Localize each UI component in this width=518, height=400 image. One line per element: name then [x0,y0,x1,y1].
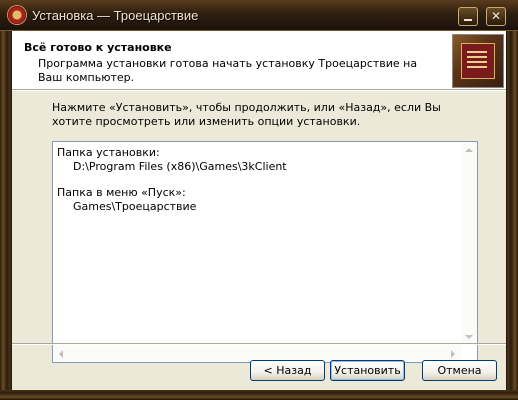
window-frame-right [506,0,518,400]
scroll-up-icon[interactable] [465,148,473,152]
install-dir-value: D:\Program Files (x86)\Games\3kClient [73,160,287,173]
wizard-dialog: Всё готово к установке Программа установ… [12,31,506,390]
back-button[interactable]: < Назад [250,360,325,381]
scroll-right-icon[interactable] [451,350,455,358]
start-menu-value: Games\Троецарствие [73,200,197,213]
header-divider [12,90,506,91]
window-title: Установка — Троецарствие [32,8,199,23]
instructions-text: Нажмите «Установить», чтобы продолжить, … [52,101,441,128]
scroll-down-icon[interactable] [465,335,473,339]
footer-divider [12,343,506,344]
window-frame-bottom [0,390,518,400]
vertical-scrollbar[interactable] [461,142,477,345]
close-icon: ✕ [490,9,502,23]
install-button[interactable]: Установить [330,360,405,381]
scroll-left-icon[interactable] [59,350,63,358]
minimize-button[interactable] [458,7,478,26]
page-title: Всё готово к установке [24,41,172,54]
summary-text: Папка установки: D:\Program Files (x86)\… [57,146,457,214]
cancel-button[interactable]: Отмена [422,360,497,381]
page-subtitle: Программа установки готова начать устано… [38,57,418,84]
title-bar[interactable]: Установка — Троецарствие ✕ [0,0,518,31]
wizard-header: Всё готово к установке Программа установ… [12,31,506,90]
minimize-icon [464,18,472,21]
summary-memo[interactable]: Папка установки: D:\Program Files (x86)\… [52,141,478,363]
memo-spacer [57,174,457,186]
start-menu-label: Папка в меню «Пуск»: [57,186,186,199]
app-emblem-icon[interactable] [8,6,26,24]
book-cover-icon [452,34,504,88]
install-dir-label: Папка установки: [57,146,160,159]
close-button[interactable]: ✕ [486,7,506,26]
